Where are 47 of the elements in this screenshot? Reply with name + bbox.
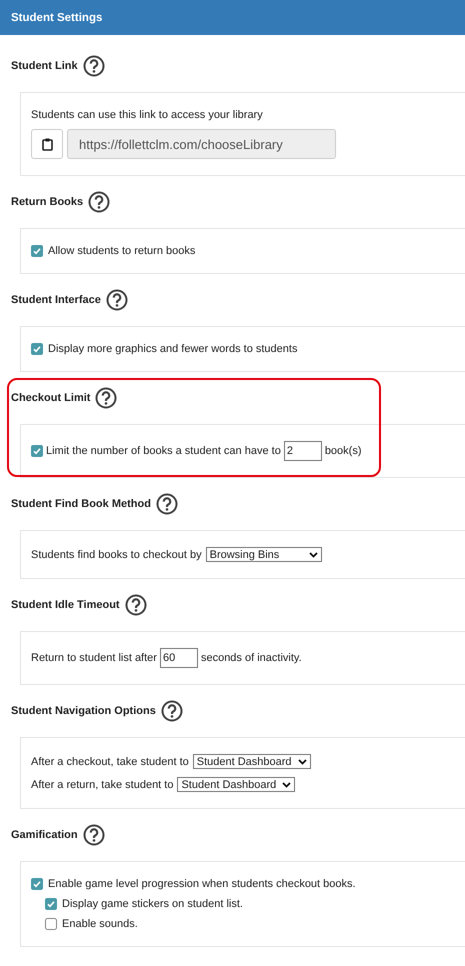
checkbox[interactable] bbox=[45, 918, 57, 930]
section-title: Student Navigation Options bbox=[11, 705, 156, 717]
unit-label: book(s) bbox=[324, 445, 362, 457]
number-field[interactable]: 60 bbox=[160, 648, 198, 668]
unit-label: seconds of inactivity. bbox=[200, 652, 302, 664]
caret-icon bbox=[298, 758, 307, 764]
checkbox-label: Display game stickers on student list. bbox=[62, 898, 243, 910]
section-title: Student Interface bbox=[11, 294, 101, 306]
help-icon[interactable] bbox=[82, 55, 105, 77]
panel-text: Students can use this link to access your library bbox=[31, 109, 263, 121]
help-icon[interactable] bbox=[95, 387, 118, 409]
section-title: Student Link bbox=[11, 60, 78, 72]
checkbox-label: Limit the number of books a student can have to bbox=[46, 445, 281, 457]
help-icon[interactable] bbox=[124, 594, 147, 616]
help-icon[interactable] bbox=[88, 191, 110, 213]
field-label: Return to student list after bbox=[31, 652, 157, 664]
caret-icon bbox=[282, 782, 292, 788]
checkbox[interactable] bbox=[45, 898, 57, 910]
section-title: Student Find Book Method bbox=[11, 498, 151, 510]
link-field[interactable]: https://follettclm.com/chooseLibrary bbox=[67, 129, 336, 159]
checkbox[interactable] bbox=[31, 445, 43, 457]
copy-button[interactable] bbox=[31, 129, 63, 159]
field-label: After a checkout, take student to bbox=[31, 756, 189, 768]
help-icon[interactable] bbox=[82, 824, 105, 846]
number-field[interactable]: 2 bbox=[284, 441, 322, 461]
section-title: Return Books bbox=[11, 196, 84, 208]
dropdown[interactable]: Student Dashboard bbox=[177, 777, 296, 792]
checkbox-label: Enable sounds. bbox=[62, 918, 138, 930]
field-label: Students find books to checkout by bbox=[31, 548, 202, 560]
checkbox[interactable] bbox=[31, 245, 43, 257]
dropdown[interactable]: Browsing Bins bbox=[206, 547, 322, 562]
field-label: After a return, take student to bbox=[31, 778, 174, 790]
dropdown[interactable]: Student Dashboard bbox=[192, 754, 311, 769]
caret-icon bbox=[308, 552, 318, 558]
page-header: Student Settings bbox=[0, 0, 465, 35]
checkbox-label: Enable game level progression when students checkout books. bbox=[48, 878, 356, 890]
section-title: Gamification bbox=[11, 829, 78, 841]
clipboard-icon bbox=[42, 138, 52, 150]
help-icon[interactable] bbox=[156, 493, 178, 515]
checkbox[interactable] bbox=[31, 878, 43, 890]
checkbox-label: Display more graphics and fewer words to students bbox=[48, 343, 298, 355]
help-icon[interactable] bbox=[106, 289, 128, 311]
help-icon[interactable] bbox=[160, 700, 183, 722]
section-title: Student Idle Timeout bbox=[11, 599, 120, 611]
section-title: Checkout Limit bbox=[11, 392, 90, 404]
checkbox[interactable] bbox=[31, 343, 43, 355]
checkbox-label: Allow students to return books bbox=[48, 245, 196, 257]
